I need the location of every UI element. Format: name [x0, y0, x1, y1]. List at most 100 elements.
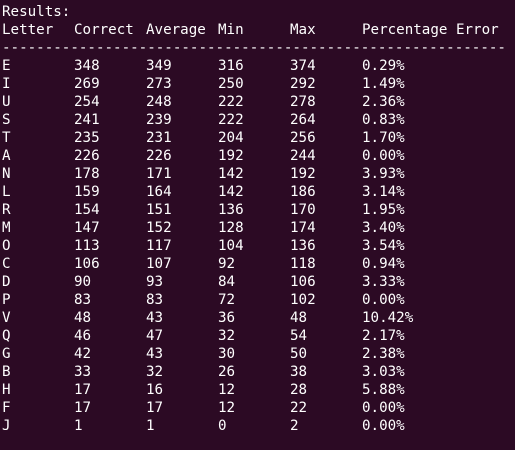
cell-average: 83 [146, 292, 164, 308]
cell-percentage-error: 0.00% [362, 418, 405, 434]
cell-min: 142 [218, 166, 244, 182]
cell-max: 48 [290, 310, 308, 326]
cell-letter: A [2, 148, 11, 164]
cell-letter: T [2, 130, 11, 146]
cell-average: 151 [146, 202, 172, 218]
cell-correct: 42 [74, 346, 92, 362]
cell-letter: L [2, 184, 11, 200]
cell-percentage-error: 0.00% [362, 400, 405, 416]
table-row: G 42 43 30 50 2.38% [2, 345, 515, 363]
cell-max: 118 [290, 256, 316, 272]
table-row: F 17 17 12 22 0.00% [2, 399, 515, 417]
cell-percentage-error: 0.00% [362, 148, 405, 164]
cell-average: 231 [146, 130, 172, 146]
table-row: L 159 164 142 186 3.14% [2, 183, 515, 201]
header-min: Min [218, 22, 244, 38]
cell-max: 256 [290, 130, 316, 146]
cell-max: 106 [290, 274, 316, 290]
table-row: N 178 171 142 192 3.93% [2, 165, 515, 183]
cell-min: 192 [218, 148, 244, 164]
table-row: I 269 273 250 292 1.49% [2, 75, 515, 93]
cell-correct: 147 [74, 220, 100, 236]
cell-percentage-error: 1.95% [362, 202, 405, 218]
cell-letter: R [2, 202, 11, 218]
terminal-output[interactable]: Results: Letter Correct Average Min Max … [2, 3, 515, 450]
cell-percentage-error: 1.49% [362, 76, 405, 92]
cell-correct: 48 [74, 310, 92, 326]
cell-min: 136 [218, 202, 244, 218]
cell-percentage-error: 3.33% [362, 274, 405, 290]
cell-average: 16 [146, 382, 164, 398]
cell-max: 264 [290, 112, 316, 128]
table-row: M 147 152 128 174 3.40% [2, 219, 515, 237]
cell-letter: V [2, 310, 11, 326]
table-row: B 33 32 26 38 3.03% [2, 363, 515, 381]
cell-correct: 235 [74, 130, 100, 146]
cell-letter: I [2, 76, 11, 92]
cell-percentage-error: 2.36% [362, 94, 405, 110]
cell-correct: 17 [74, 382, 92, 398]
table-row: T 235 231 204 256 1.70% [2, 129, 515, 147]
cell-correct: 46 [74, 328, 92, 344]
cell-letter: H [2, 382, 11, 398]
cell-letter: N [2, 166, 11, 182]
cell-correct: 83 [74, 292, 92, 308]
table-row: A 226 226 192 244 0.00% [2, 147, 515, 165]
cell-letter: J [2, 418, 11, 434]
cell-min: 92 [218, 256, 236, 272]
table-row: S 241 239 222 264 0.83% [2, 111, 515, 129]
cell-average: 32 [146, 364, 164, 380]
cell-min: 142 [218, 184, 244, 200]
cell-max: 38 [290, 364, 308, 380]
cell-min: 26 [218, 364, 236, 380]
cell-min: 12 [218, 382, 236, 398]
cell-percentage-error: 3.40% [362, 220, 405, 236]
cell-max: 278 [290, 94, 316, 110]
table-row: R 154 151 136 170 1.95% [2, 201, 515, 219]
cell-average: 43 [146, 346, 164, 362]
cell-percentage-error: 3.93% [362, 166, 405, 182]
cell-max: 28 [290, 382, 308, 398]
cell-correct: 348 [74, 58, 100, 74]
cell-min: 0 [218, 418, 227, 434]
cell-percentage-error: 10.42% [362, 310, 414, 326]
cell-max: 54 [290, 328, 308, 344]
cell-max: 186 [290, 184, 316, 200]
cell-max: 50 [290, 346, 308, 362]
cell-average: 152 [146, 220, 172, 236]
table-row: O 113 117 104 136 3.54% [2, 237, 515, 255]
table-row: D 90 93 84 106 3.33% [2, 273, 515, 291]
cell-min: 204 [218, 130, 244, 146]
cell-letter: F [2, 400, 11, 416]
cell-percentage-error: 1.70% [362, 130, 405, 146]
cell-max: 22 [290, 400, 308, 416]
cell-average: 93 [146, 274, 164, 290]
cell-average: 349 [146, 58, 172, 74]
cell-letter: D [2, 274, 11, 290]
cell-max: 170 [290, 202, 316, 218]
cell-letter: O [2, 238, 11, 254]
cell-letter: G [2, 346, 11, 362]
table-row: U 254 248 222 278 2.36% [2, 93, 515, 111]
cell-max: 374 [290, 58, 316, 74]
table-row: J 1 1 0 2 0.00% [2, 417, 515, 435]
cell-min: 222 [218, 94, 244, 110]
table-row: E 348 349 316 374 0.29% [2, 57, 515, 75]
cell-average: 273 [146, 76, 172, 92]
cell-max: 2 [290, 418, 299, 434]
cell-letter: M [2, 220, 11, 236]
cell-correct: 241 [74, 112, 100, 128]
cell-average: 17 [146, 400, 164, 416]
cell-max: 174 [290, 220, 316, 236]
cell-max: 102 [290, 292, 316, 308]
header-correct: Correct [74, 22, 134, 38]
cell-letter: S [2, 112, 11, 128]
cell-percentage-error: 0.94% [362, 256, 405, 272]
cell-letter: C [2, 256, 11, 272]
cell-percentage-error: 3.54% [362, 238, 405, 254]
cell-correct: 269 [74, 76, 100, 92]
table-row: Q 46 47 32 54 2.17% [2, 327, 515, 345]
cell-correct: 226 [74, 148, 100, 164]
cell-percentage-error: 0.00% [362, 292, 405, 308]
cell-min: 36 [218, 310, 236, 326]
